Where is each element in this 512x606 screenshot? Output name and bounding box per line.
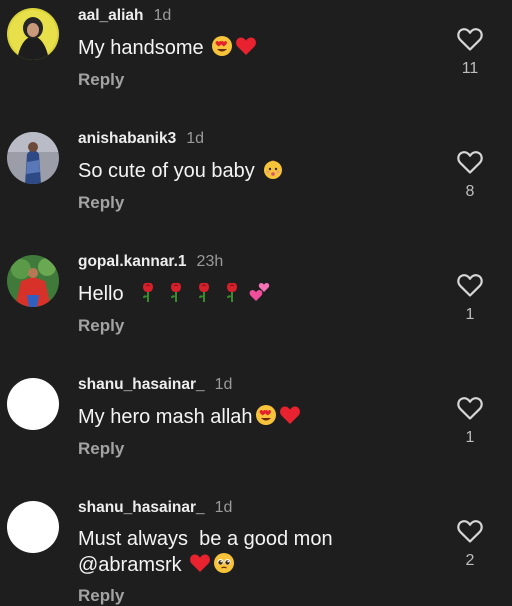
rose-emoji — [137, 281, 159, 303]
reply-button[interactable]: Reply — [78, 193, 124, 213]
like-count: 11 — [461, 60, 479, 77]
smiling-face-with-heart-eyes-emoji — [255, 404, 277, 426]
comment-text: Must always be a good mon — [78, 527, 333, 552]
comment-text: Hello — [78, 281, 275, 307]
comment-header: shanu_hasainar_ 1d — [78, 498, 232, 518]
timestamp: 1d — [186, 130, 205, 147]
username[interactable]: shanu_hasainar_ — [78, 499, 205, 516]
red-heart-emoji — [279, 404, 301, 426]
timestamp: 1d — [214, 376, 233, 393]
rose-emoji — [165, 281, 187, 303]
like-count: 1 — [465, 306, 475, 323]
reply-button[interactable]: Reply — [78, 439, 124, 459]
comment-item: gopal.kannar.1 23h Hello Reply 1 — [0, 247, 512, 367]
comment-item: anishabanik3 1d So cute of you baby Reply… — [0, 124, 512, 244]
like-button[interactable] — [456, 26, 484, 52]
comment-item: shanu_hasainar_ 1d My hero mash allah Rep… — [0, 370, 512, 490]
username[interactable]: anishabanik3 — [78, 130, 176, 147]
reply-button[interactable]: Reply — [78, 316, 124, 336]
comment-text: So cute of you baby — [78, 158, 284, 184]
comment-text-body: My hero mash allah — [78, 406, 253, 428]
comment-header: gopal.kannar.1 23h — [78, 252, 223, 272]
like-button[interactable] — [456, 518, 484, 544]
comment-text: My hero mash allah — [78, 404, 301, 430]
comment-text-line-2: @abramsrk — [78, 552, 235, 578]
comment-text-body: Must always be a good mon — [78, 528, 333, 550]
comment-item: shanu_hasainar_ 1d Must always be a good … — [0, 493, 512, 606]
like-count: 2 — [465, 552, 475, 569]
red-heart-emoji — [235, 35, 257, 57]
avatar[interactable] — [7, 132, 59, 184]
heart-outline-icon — [457, 397, 483, 420]
avatar[interactable] — [7, 378, 59, 430]
like-button[interactable] — [456, 272, 484, 298]
red-heart-emoji — [189, 552, 211, 574]
timestamp: 1d — [153, 7, 172, 24]
comment-text: My handsome — [78, 35, 257, 61]
reply-button[interactable]: Reply — [78, 70, 124, 90]
heart-outline-icon — [457, 28, 483, 51]
baby-emoji — [262, 158, 284, 180]
avatar[interactable] — [7, 501, 59, 553]
heart-outline-icon — [457, 151, 483, 174]
rose-emoji — [193, 281, 215, 303]
comment-header: shanu_hasainar_ 1d — [78, 375, 232, 395]
comment-item: aal_aliah 1d My handsome Reply 11 — [0, 0, 512, 120]
comment-header: aal_aliah 1d — [78, 6, 171, 26]
like-count: 1 — [465, 429, 475, 446]
timestamp: 1d — [214, 499, 233, 516]
mention-link[interactable]: @abramsrk — [78, 554, 182, 576]
like-button[interactable] — [456, 395, 484, 421]
timestamp: 23h — [196, 253, 224, 270]
avatar[interactable] — [7, 255, 59, 307]
heart-outline-icon — [457, 274, 483, 297]
smiling-face-with-heart-eyes-emoji — [211, 35, 233, 57]
pleading-face-emoji — [213, 552, 235, 574]
heart-outline-icon — [457, 520, 483, 543]
like-count: 8 — [465, 183, 475, 200]
two-hearts-emoji — [249, 281, 271, 303]
comment-header: anishabanik3 1d — [78, 129, 204, 149]
rose-emoji — [221, 281, 243, 303]
username[interactable]: aal_aliah — [78, 7, 144, 24]
comment-text-body: Hello — [78, 283, 124, 305]
avatar[interactable] — [7, 8, 59, 60]
like-button[interactable] — [456, 149, 484, 175]
username[interactable]: shanu_hasainar_ — [78, 376, 205, 393]
comment-text-body: So cute of you baby — [78, 160, 255, 182]
reply-button[interactable]: Reply — [78, 586, 124, 606]
username[interactable]: gopal.kannar.1 — [78, 253, 187, 270]
comment-text-body: My handsome — [78, 37, 204, 59]
